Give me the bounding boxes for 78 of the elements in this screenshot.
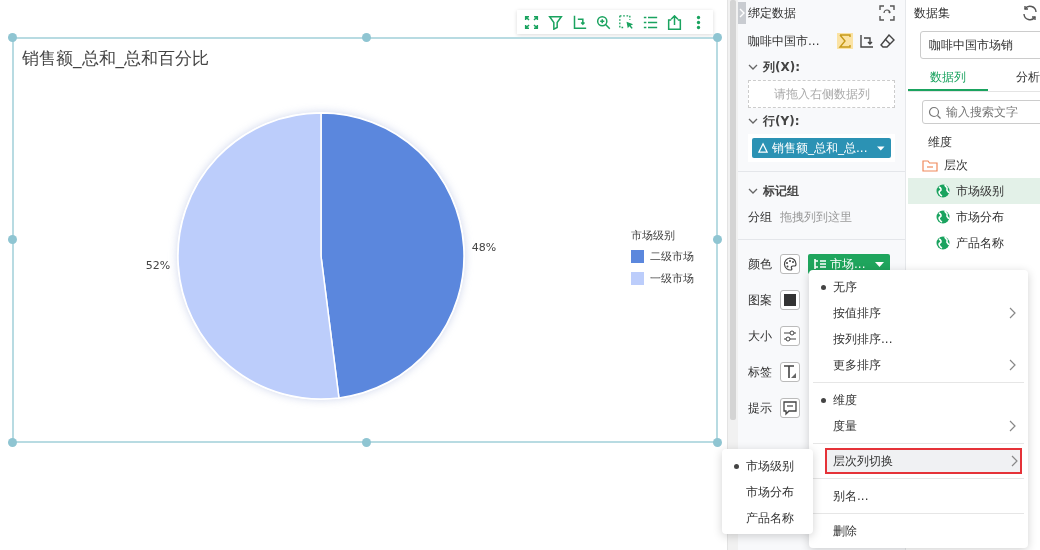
- section-label: 行(Y):: [763, 112, 800, 130]
- dropdown-icon: [877, 145, 885, 151]
- swap-axes-icon[interactable]: [859, 33, 874, 49]
- resize-handle[interactable]: [8, 235, 17, 244]
- group-label: 分组: [748, 208, 772, 226]
- sum-toggle[interactable]: [837, 33, 853, 49]
- legend-label: 一级市场: [650, 271, 694, 286]
- resize-handle[interactable]: [713, 33, 722, 42]
- switch-icon[interactable]: [879, 5, 895, 21]
- menu-item[interactable]: 度量: [809, 413, 1028, 439]
- property-label: 颜色: [748, 255, 772, 273]
- search-icon: [928, 106, 941, 119]
- expand-icon[interactable]: [524, 14, 540, 30]
- menu-item[interactable]: 按列排序...: [809, 326, 1028, 352]
- menu-item[interactable]: 市场级别: [722, 453, 813, 479]
- resize-handle[interactable]: [713, 438, 722, 447]
- data-label: 52%: [145, 259, 171, 273]
- resize-handle[interactable]: [8, 33, 17, 42]
- chevron-right-icon: [1009, 359, 1016, 371]
- panel-title: 绑定数据: [748, 4, 796, 22]
- search-field[interactable]: 输入搜索文字: [922, 100, 1040, 124]
- scrollbar-thumb[interactable]: [730, 0, 736, 420]
- tree-item[interactable]: 层次: [908, 152, 1040, 178]
- text-icon[interactable]: [782, 364, 798, 380]
- menu-item[interactable]: 更多排序: [809, 352, 1028, 378]
- legend-title: 市场级别: [631, 228, 676, 243]
- legend-label: 二级市场: [650, 249, 694, 264]
- field-pill[interactable]: 销售额_总和_总...: [752, 138, 891, 158]
- property-label: 图案: [748, 291, 772, 309]
- sliders-icon[interactable]: [782, 328, 798, 344]
- resize-handle[interactable]: [8, 438, 17, 447]
- selection-icon[interactable]: [619, 14, 635, 30]
- property-label: 标签: [748, 363, 772, 381]
- resize-handle[interactable]: [362, 438, 371, 447]
- chevron-down-icon[interactable]: [748, 117, 758, 125]
- dark-square-icon[interactable]: [782, 292, 798, 308]
- tree-item[interactable]: 市场级别: [908, 178, 1040, 204]
- chart-title: 销售额_总和_总和百分比: [21, 47, 210, 71]
- menu-item[interactable]: 按值排序: [809, 300, 1028, 326]
- zoom-in-icon[interactable]: [595, 14, 611, 30]
- pie-slice[interactable]: [320, 112, 465, 399]
- triangle-icon: [758, 142, 769, 154]
- resize-handle[interactable]: [362, 33, 371, 42]
- data-label: 48%: [471, 240, 497, 254]
- chevron-right-icon: [1009, 420, 1016, 432]
- tree-item[interactable]: 产品名称: [908, 230, 1040, 256]
- menu-item[interactable]: 维度: [809, 387, 1028, 413]
- globe-icon: [936, 184, 950, 198]
- palette-icon[interactable]: [782, 256, 798, 272]
- export-icon[interactable]: [666, 14, 682, 30]
- globe-icon: [936, 210, 950, 224]
- refresh-icon[interactable]: [1022, 5, 1038, 21]
- section-label: 列(X):: [763, 58, 801, 76]
- chevron-right-icon: [1011, 455, 1018, 467]
- property-label: 大小: [748, 327, 772, 345]
- dropdown-icon: [875, 261, 885, 267]
- chevron-down-icon[interactable]: [748, 187, 758, 195]
- filter-icon[interactable]: [548, 14, 564, 30]
- folder-icon: [922, 158, 938, 172]
- menu-item[interactable]: 层次列切换: [825, 448, 1022, 474]
- property-label: 提示: [748, 399, 772, 417]
- dataset-name: 咖啡中国市...: [748, 32, 821, 50]
- tab[interactable]: 分析: [988, 65, 1040, 89]
- dataset-select[interactable]: 咖啡中国市场销: [920, 31, 1040, 59]
- globe-icon: [936, 236, 950, 250]
- section-label: 标记组: [763, 182, 799, 200]
- eraser-icon[interactable]: [880, 33, 895, 49]
- chevron-right-icon: [1009, 307, 1016, 319]
- tree-item[interactable]: 市场分布: [908, 204, 1040, 230]
- section-label: 维度: [927, 134, 953, 151]
- menu-item[interactable]: 无序: [809, 274, 1028, 300]
- sigma-icon: [838, 34, 852, 48]
- panel-title: 数据集: [914, 4, 950, 22]
- list-icon[interactable]: [643, 14, 659, 30]
- pie-slice[interactable]: [177, 112, 340, 400]
- resize-handle[interactable]: [713, 235, 722, 244]
- chevron-down-icon[interactable]: [748, 63, 758, 71]
- tooltip-icon[interactable]: [782, 400, 798, 416]
